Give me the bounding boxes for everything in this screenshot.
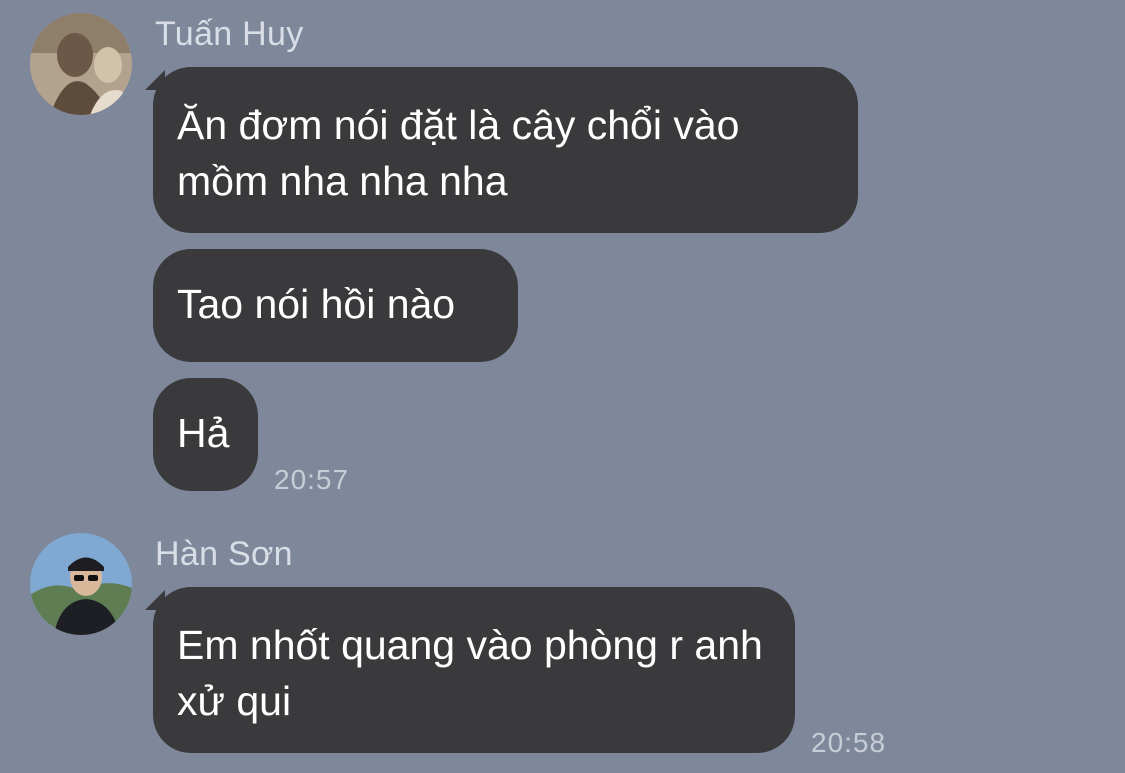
message-bubble[interactable]: Ăn đơm nói đặt là cây chổi vào mồm nha n… [153,67,858,233]
sender-name: Tuấn Huy [155,15,304,53]
sender-name: Hàn Sơn [155,535,293,573]
message-timestamp: 20:57 [274,464,350,495]
avatar-han-son[interactable] [30,533,132,635]
message-text: Hả [177,410,230,456]
message-text: Ăn đơm nói đặt là cây chổi vào mồm nha n… [177,102,740,204]
message-text: Em nhốt quang vào phòng r anh xử qui [177,622,763,724]
message-timestamp: 20:58 [811,727,887,758]
avatar-photo-icon [30,13,132,115]
avatar-photo-icon [30,533,132,635]
message-bubble[interactable]: Em nhốt quang vào phòng r anh xử qui [153,587,795,753]
avatar-tuan-huy[interactable] [30,13,132,115]
message-text: Tao nói hồi nào [177,281,456,327]
message-bubble[interactable]: Hả [153,378,258,491]
message-bubble[interactable]: Tao nói hồi nào [153,249,518,362]
